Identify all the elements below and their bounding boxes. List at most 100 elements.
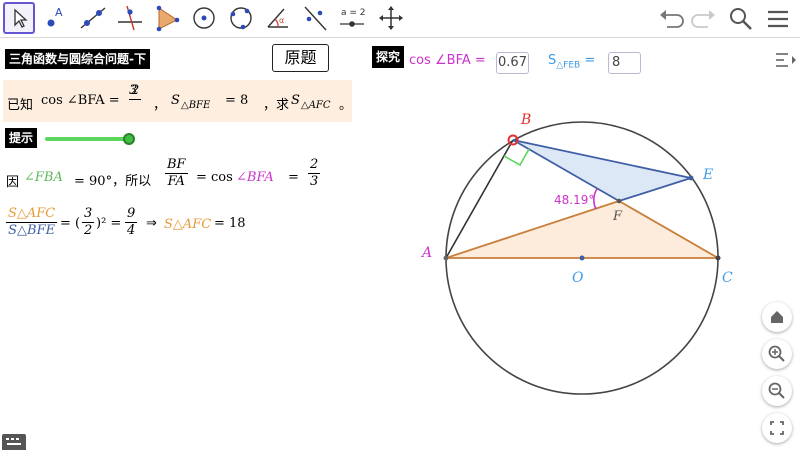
slider-tool-label: a = 2 <box>341 8 366 18</box>
fullscreen-button[interactable] <box>762 413 792 443</box>
move-tool[interactable] <box>3 2 35 34</box>
given-ask-sub: △AFC <box>301 100 331 111</box>
graphics-view[interactable]: 48.19° B A C O E F <box>364 39 770 450</box>
geogebra-app: A α a = 2 三角函数与圆综合问题-下 原题 已知 cos ∠BFA = … <box>0 0 800 450</box>
zoom-out-button[interactable] <box>762 376 792 406</box>
home-button[interactable] <box>762 302 792 332</box>
label-a: A <box>420 245 432 261</box>
step1-eq3: = <box>288 170 299 185</box>
step2-final: = 18 <box>214 216 246 231</box>
circle-three-points-icon <box>230 7 252 30</box>
slider-icon: a = 2 <box>340 8 366 27</box>
given-area-eq: = 8 <box>225 93 249 108</box>
step2-target: S△AFC <box>164 217 212 232</box>
hint-slider-track[interactable] <box>45 137 129 141</box>
point-a[interactable] <box>443 255 449 261</box>
given-ask-symbol: S <box>291 93 300 108</box>
hint-label: 提示 <box>5 128 38 148</box>
given-cos-expr: cos ∠BFA = <box>41 93 120 108</box>
step2-ratio-den: S△BFE <box>8 223 56 238</box>
given-period: 。 <box>339 98 353 113</box>
zoom-out-icon <box>768 382 785 399</box>
point-tool-letter: A <box>55 6 63 19</box>
step1-angle: ∠FBA <box>24 170 63 185</box>
reflect-icon <box>304 6 327 31</box>
polygon-tool[interactable] <box>151 2 183 34</box>
point-f[interactable] <box>616 198 622 204</box>
fullscreen-icon <box>770 421 784 435</box>
step1-ratio: BF FA <box>165 157 188 190</box>
angle-bfa-value: 48.19° <box>554 193 594 207</box>
triangle-afc-fill <box>446 201 718 258</box>
hamburger-menu-icon <box>768 10 788 28</box>
search-icon <box>730 8 752 30</box>
given-area-symbol: S <box>171 93 180 108</box>
style-bar-icon <box>776 53 796 67</box>
right-angle-mark <box>503 148 530 167</box>
line-icon <box>80 7 106 29</box>
polygon-icon <box>156 5 180 32</box>
given-area-sub: △BFE <box>181 100 211 111</box>
step1-angle2: ∠BFA <box>236 170 274 185</box>
point-tool[interactable]: A <box>40 2 72 34</box>
perpendicular-icon <box>118 5 142 31</box>
point-icon: A <box>47 6 63 27</box>
step1-ratio-num: BF <box>165 157 188 174</box>
toolbar: A α a = 2 <box>0 0 800 38</box>
undo-button[interactable] <box>655 3 687 35</box>
point-c[interactable] <box>715 255 721 261</box>
circle-center-icon <box>193 7 215 29</box>
step2-power: )² = <box>96 216 122 231</box>
original-problem-button[interactable]: 原题 <box>272 44 329 72</box>
slider-tool[interactable]: a = 2 <box>336 2 368 34</box>
step2-ratio: S△AFC S△BFE <box>6 206 58 239</box>
line-tool[interactable] <box>77 2 109 34</box>
step2-ratio-num: S△AFC <box>6 206 58 223</box>
label-b: B <box>520 112 531 128</box>
step1-ratio-den: FA <box>167 174 185 189</box>
arrow-cursor-icon <box>14 8 28 28</box>
angle-icon: α <box>267 8 288 28</box>
keyboard-icon <box>6 438 21 445</box>
angle-tool[interactable]: α <box>262 2 294 34</box>
given-prefix: 已知 <box>7 98 34 113</box>
step2-result-num: 9 <box>125 206 138 223</box>
label-f: F <box>612 209 623 224</box>
zoom-in-button[interactable] <box>762 339 792 369</box>
perpendicular-tool[interactable] <box>114 2 146 34</box>
step1-prefix: 因 <box>6 175 20 190</box>
step2-result: 9 4 <box>125 206 138 239</box>
given-cos-den: 3 <box>129 83 138 98</box>
move-view-tool[interactable] <box>375 2 407 34</box>
label-e: E <box>702 167 713 183</box>
step2-arrow: ⇒ <box>146 216 157 231</box>
keyboard-toggle[interactable] <box>2 434 26 450</box>
step2-base-num: 3 <box>82 206 95 223</box>
left-panel: 三角函数与圆综合问题-下 原题 已知 cos ∠BFA = 2 3 ， S △B… <box>0 39 364 450</box>
step2-base-den: 2 <box>84 223 93 238</box>
search-button[interactable] <box>725 3 757 35</box>
redo-icon <box>691 10 715 28</box>
circle-tool[interactable] <box>188 2 220 34</box>
given-condition-box: 已知 cos ∠BFA = 2 3 ， S △BFE = 8 ，求 S △AFC… <box>3 80 352 122</box>
page-title: 三角函数与圆综合问题-下 <box>5 49 150 69</box>
given-ask: ，求 <box>263 98 290 113</box>
home-icon <box>771 311 783 323</box>
circle-3pt-tool[interactable] <box>225 2 257 34</box>
redo-button[interactable] <box>688 3 720 35</box>
zoom-in-icon <box>768 345 785 362</box>
step2-base: 3 2 <box>82 206 95 239</box>
move-graphics-icon <box>379 6 403 30</box>
point-o[interactable] <box>579 255 585 261</box>
step1-result-den: 3 <box>310 174 319 189</box>
label-c: C <box>722 270 733 286</box>
step1-result-num: 2 <box>308 157 321 174</box>
given-comma: ， <box>153 98 167 113</box>
reflect-tool[interactable] <box>299 2 331 34</box>
main-menu-button[interactable] <box>762 3 794 35</box>
point-e[interactable] <box>688 175 694 181</box>
style-bar-toggle[interactable] <box>770 45 800 75</box>
hint-slider-knob[interactable] <box>123 133 135 145</box>
step2-eq: = ( <box>60 216 81 231</box>
label-o: O <box>572 270 584 286</box>
